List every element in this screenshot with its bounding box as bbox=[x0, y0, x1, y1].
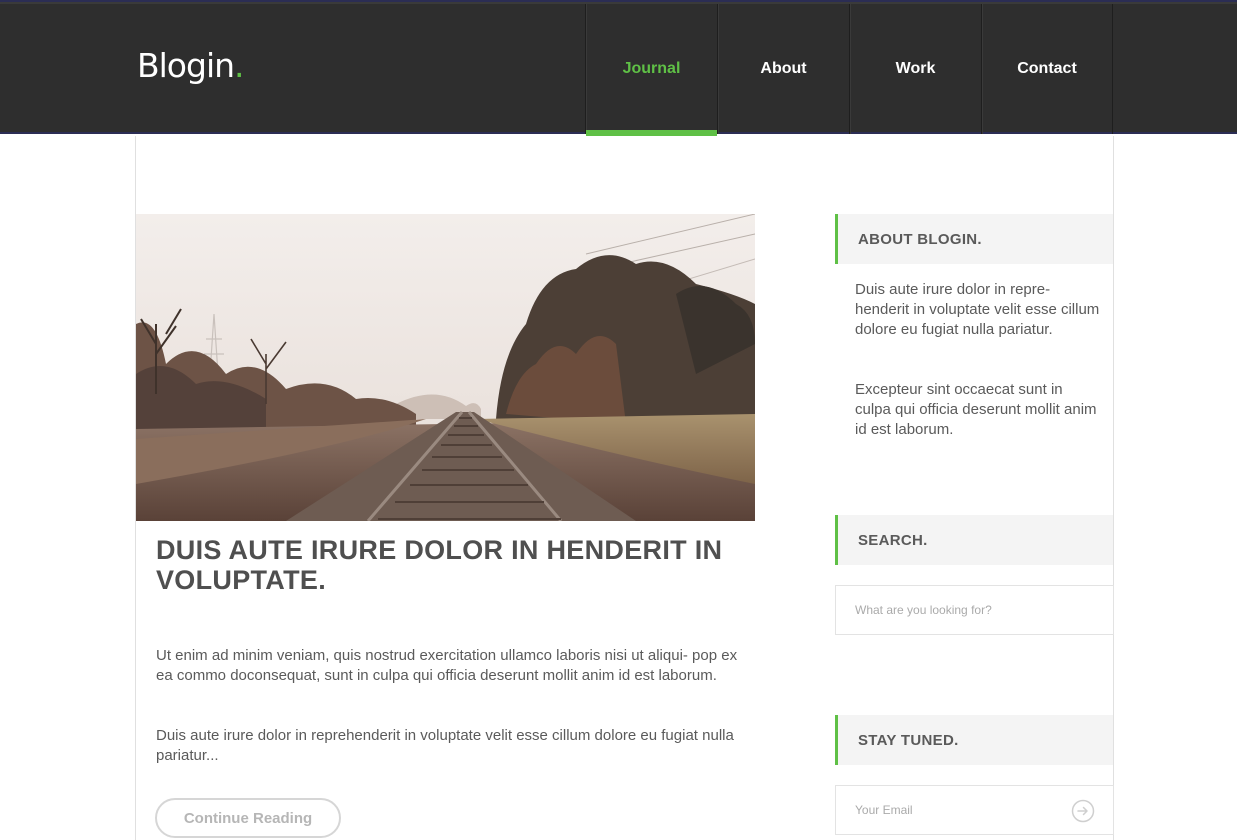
continue-reading-button[interactable]: Continue Reading bbox=[155, 798, 341, 838]
site-logo[interactable]: Blogin. bbox=[137, 46, 244, 85]
search-input[interactable] bbox=[836, 586, 1113, 634]
nav-item-label: About bbox=[760, 60, 807, 77]
nav-item-work[interactable]: Work bbox=[849, 4, 981, 134]
site-header: Blogin. Journal About Work Contact bbox=[0, 0, 1237, 136]
nav-item-label: Work bbox=[895, 60, 936, 77]
about-paragraph: Duis aute irure dolor in repre- henderit… bbox=[855, 281, 1100, 338]
search-widget-title: SEARCH. bbox=[835, 515, 1113, 565]
about-widget-title: ABOUT BLOGIN. bbox=[835, 214, 1113, 264]
post-featured-image[interactable] bbox=[136, 214, 755, 521]
main-nav: Journal About Work Contact bbox=[585, 4, 1113, 136]
widget-title-text: ABOUT BLOGIN. bbox=[858, 230, 982, 248]
logo-text: Blogin bbox=[137, 46, 235, 85]
widget-title-text: SEARCH. bbox=[858, 531, 928, 549]
content-frame-right-border bbox=[1113, 136, 1114, 840]
post-paragraph: Duis aute irure dolor in reprehenderit i… bbox=[156, 727, 734, 764]
continue-reading-label: Continue Reading bbox=[183, 809, 313, 827]
nav-item-label: Journal bbox=[622, 60, 681, 77]
search-field-box bbox=[835, 585, 1114, 635]
nav-item-about[interactable]: About bbox=[717, 4, 849, 134]
nav-item-journal[interactable]: Journal bbox=[585, 4, 717, 136]
arrow-circle-right-icon[interactable] bbox=[1071, 799, 1095, 823]
newsletter-widget-title: STAY TUNED. bbox=[835, 715, 1113, 765]
nav-item-contact[interactable]: Contact bbox=[981, 4, 1113, 134]
about-paragraph: Excepteur sint occaecat sunt in culpa qu… bbox=[855, 381, 1097, 438]
logo-dot: . bbox=[234, 46, 244, 85]
post-paragraph: Ut enim ad minim veniam, quis nostrud ex… bbox=[156, 647, 738, 684]
post-title[interactable]: DUIS AUTE IRURE DOLOR IN HENDERIT IN VOL… bbox=[156, 535, 756, 595]
railway-photo bbox=[136, 214, 755, 521]
widget-title-text: STAY TUNED. bbox=[858, 731, 959, 749]
nav-item-label: Contact bbox=[1017, 60, 1077, 77]
newsletter-field-box bbox=[835, 785, 1114, 835]
